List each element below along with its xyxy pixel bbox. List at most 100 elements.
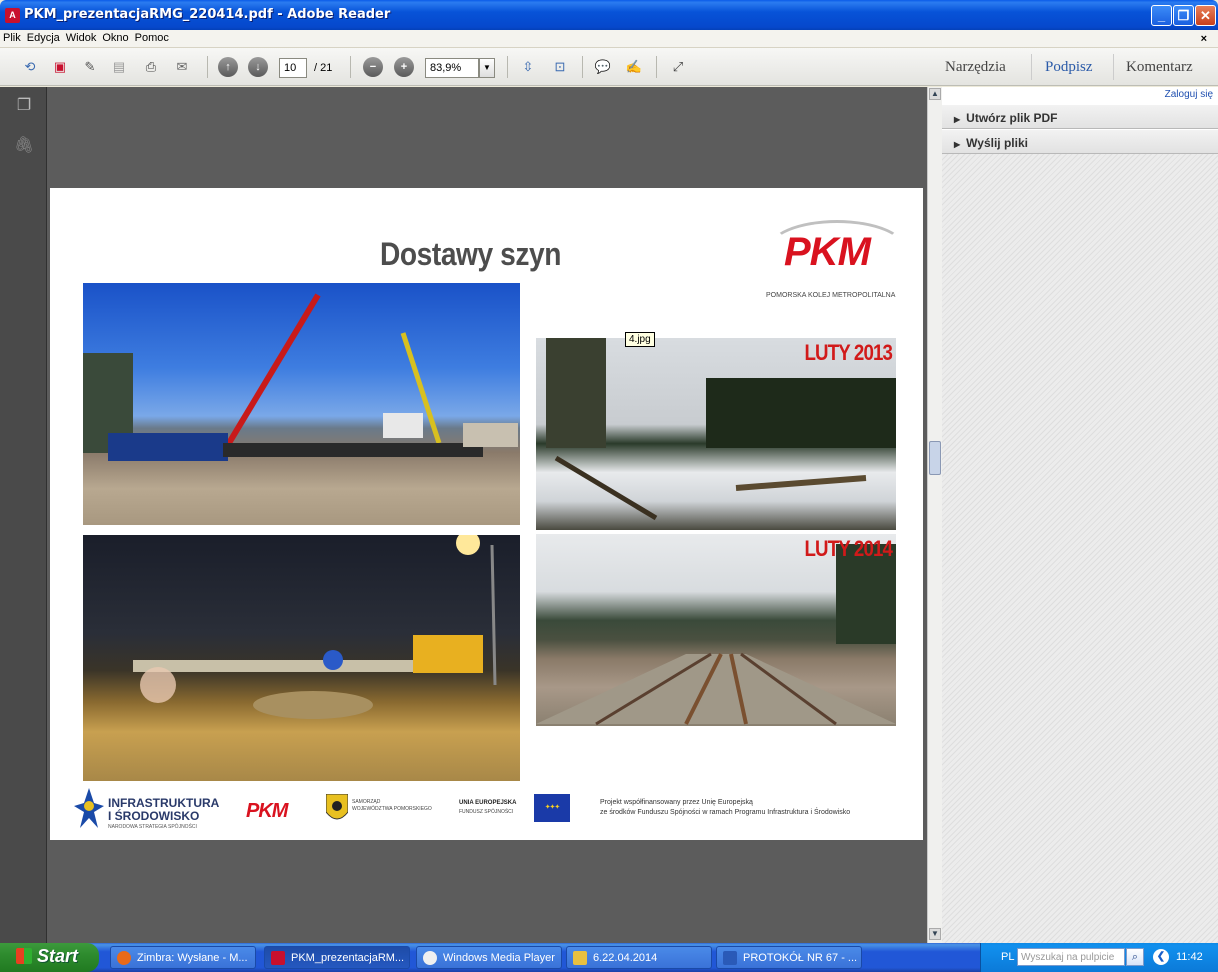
language-indicator[interactable]: PL <box>1001 951 1014 963</box>
desktop-search-input[interactable]: Wyszukaj na pulpicie <box>1017 948 1125 966</box>
footer-pkm-logo: PKM <box>246 800 288 822</box>
zoom-input[interactable]: 83,9% <box>425 58 479 78</box>
photo-forest-feb-2013: LUTY 2013 <box>536 338 896 530</box>
scroll-up-icon[interactable]: ▲ <box>929 88 941 100</box>
login-link[interactable]: Zaloguj się <box>942 87 1218 104</box>
comment-link[interactable]: Komentarz <box>1126 59 1193 76</box>
slide-title: Dostawy szyn <box>380 236 561 272</box>
scroll-mode-icon[interactable]: ⇳ <box>518 57 538 77</box>
samorzad-line2: WOJEWÓDZTWA POMORSKIEGO <box>352 806 432 812</box>
edit-icon[interactable]: ✎ <box>80 57 100 77</box>
page-number-input[interactable]: 10 <box>279 58 307 78</box>
menu-pomoc[interactable]: Pomoc <box>132 30 172 44</box>
scroll-thumb[interactable] <box>929 441 941 475</box>
system-tray: PL Wyszukaj na pulpicie ⌕ ❮ 11:42 <box>980 943 1218 972</box>
infrastruktura-star-icon <box>74 788 104 828</box>
highlight-icon[interactable]: ✍ <box>624 57 644 77</box>
open-file-icon[interactable]: ▣ <box>50 57 70 77</box>
photo-label-feb-2013: LUTY 2013 <box>804 340 892 365</box>
menu-widok[interactable]: Widok <box>63 30 100 44</box>
adobe-reader-icon: A <box>5 8 20 23</box>
menu-edycja[interactable]: Edycja <box>24 30 63 44</box>
previous-page-icon[interactable]: ↑ <box>218 57 238 77</box>
infra-line3: NARODOWA STRATEGIA SPÓJNOŚCI <box>108 824 197 830</box>
pkm-logo-subtitle: POMORSKA KOLEJ METROPOLITALNA <box>766 292 896 299</box>
photo-railway-feb-2014: LUTY 2014 <box>536 534 896 726</box>
word-document-icon <box>723 951 737 965</box>
task-folder-label: 6.22.04.2014 <box>593 952 658 964</box>
network-icon[interactable]: ❮ <box>1153 949 1169 965</box>
task-media-player[interactable]: Windows Media Player <box>416 946 562 969</box>
full-screen-icon[interactable]: ⤢ <box>668 57 688 77</box>
navigation-pane: ❐ 🖇 <box>0 87 47 943</box>
comment-icon[interactable]: 💬 <box>593 57 613 77</box>
create-pdf-item[interactable]: ▶ Utwórz plik PDF <box>942 104 1218 129</box>
task-pdf-label: PKM_prezentacjaRM... <box>291 952 405 964</box>
zoom-dropdown-icon[interactable]: ▼ <box>479 58 495 78</box>
document-close-button[interactable]: × <box>1198 31 1210 45</box>
send-files-label: Wyślij pliki <box>966 136 1028 150</box>
photo-night-rail-transport <box>83 535 520 781</box>
start-button[interactable]: Start <box>0 943 99 972</box>
pages-icon[interactable]: ❐ <box>14 95 34 115</box>
task-folder[interactable]: 6.22.04.2014 <box>566 946 712 969</box>
samorzad-line1: SAMORZĄD <box>352 799 381 805</box>
media-player-icon <box>423 951 437 965</box>
project-line1: Projekt współfinansowany przez Unię Euro… <box>600 799 753 806</box>
clock: 11:42 <box>1176 951 1203 963</box>
create-pdf-label: Utwórz plik PDF <box>966 111 1058 125</box>
save-icon[interactable]: ▤ <box>109 57 129 77</box>
tasks-panel: Zaloguj się ▶ Utwórz plik PDF ▶ Wyślij pli… <box>942 87 1218 943</box>
sign-link[interactable]: Podpisz <box>1045 59 1093 76</box>
vertical-scrollbar[interactable]: ▲ ▼ <box>927 87 942 943</box>
windows-logo-icon <box>16 948 32 964</box>
menu-bar: Plik Edycja Widok Okno Pomoc × <box>0 30 1218 48</box>
task-media-player-label: Windows Media Player <box>443 952 555 964</box>
zoom-out-icon[interactable]: − <box>363 57 383 77</box>
page-total: / 21 <box>314 62 333 74</box>
eu-flag-icon: ✦✦✦ <box>534 794 570 822</box>
send-files-item[interactable]: ▶ Wyślij pliki <box>942 129 1218 154</box>
project-line2: ze środków Funduszu Spójności w ramach P… <box>600 809 851 816</box>
minimize-button[interactable]: _ <box>1151 5 1172 26</box>
fit-page-icon[interactable]: ⊡ <box>550 57 570 77</box>
next-page-icon[interactable]: ↓ <box>248 57 268 77</box>
create-pdf-icon[interactable]: ⟲ <box>20 57 40 77</box>
adobe-reader-icon <box>271 951 285 965</box>
image-tooltip: 4.jpg <box>625 332 655 347</box>
window-title: PKM_prezentacjaRMG_220414.pdf - Adobe Re… <box>24 7 391 22</box>
menu-plik[interactable]: Plik <box>0 30 24 44</box>
infra-line1: INFRASTRUKTURA <box>108 796 220 810</box>
expand-triangle-icon: ▶ <box>954 115 961 124</box>
expand-triangle-icon: ▶ <box>954 140 961 149</box>
search-icon[interactable]: ⌕ <box>1126 948 1144 966</box>
task-zimbra[interactable]: Zimbra: Wysłane - M... <box>110 946 256 969</box>
zoom-in-icon[interactable]: + <box>394 57 414 77</box>
task-zimbra-label: Zimbra: Wysłane - M... <box>137 952 248 964</box>
attachments-icon[interactable]: 🖇 <box>14 135 34 155</box>
firefox-icon <box>117 951 131 965</box>
pdf-page: Dostawy szyn PKM POMORSKA KOLEJ METROPOL… <box>50 188 923 840</box>
photo-label-feb-2014: LUTY 2014 <box>804 536 892 561</box>
infra-line2: I ŚRODOWISKO <box>108 809 200 823</box>
task-pdf[interactable]: PKM_prezentacjaRM... <box>264 946 410 969</box>
print-icon[interactable]: ⎙ <box>141 57 161 77</box>
pkm-logo: PKM POMORSKA KOLEJ METROPOLITALNA <box>762 220 912 300</box>
folder-icon <box>573 951 587 965</box>
ue-line1: UNIA EUROPEJSKA <box>459 800 517 806</box>
menu-okno[interactable]: Okno <box>99 30 131 44</box>
adobe-reader-window: A PKM_prezentacjaRMG_220414.pdf - Adobe … <box>0 0 1218 972</box>
title-bar[interactable]: A PKM_prezentacjaRMG_220414.pdf - Adobe … <box>0 0 1218 30</box>
pkm-logo-word: PKM <box>784 230 871 274</box>
task-word-document-label: PROTOKÓŁ NR 67 - ... <box>743 952 858 964</box>
task-word-document[interactable]: PROTOKÓŁ NR 67 - ... <box>716 946 862 969</box>
tools-link[interactable]: Narzędzia <box>945 59 1006 76</box>
close-button[interactable]: ✕ <box>1195 5 1216 26</box>
taskbar: Start Zimbra: Wysłane - M... PKM_prezent… <box>0 943 1218 972</box>
email-icon[interactable]: ✉ <box>172 57 192 77</box>
ue-line2: FUNDUSZ SPÓJNOŚCI <box>459 809 514 815</box>
restore-button[interactable]: ❐ <box>1173 5 1194 26</box>
photo-crane-rail-delivery <box>83 283 520 525</box>
toolbar: ⟲ ▣ ✎ ▤ ⎙ ✉ ↑ ↓ 10 / 21 − + 83,9% ▼ ⇳ ⊡ … <box>0 48 1218 86</box>
scroll-down-icon[interactable]: ▼ <box>929 928 941 940</box>
